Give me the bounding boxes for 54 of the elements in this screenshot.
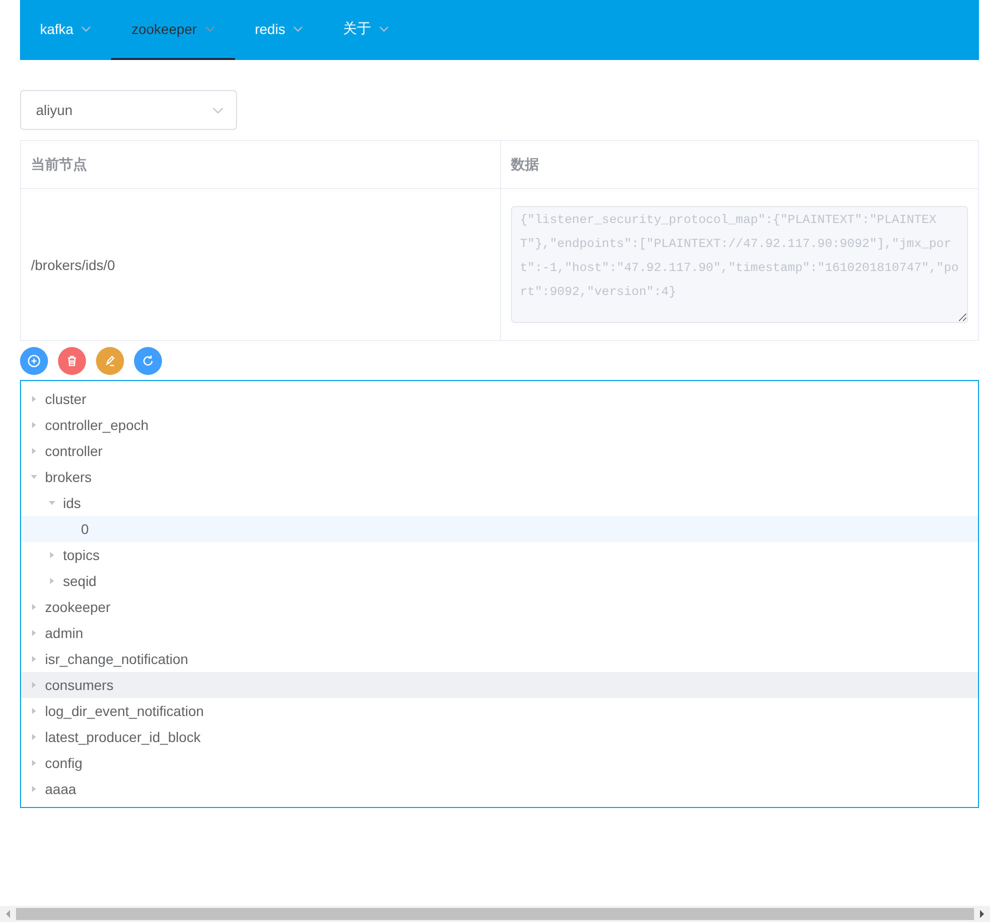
chevron-down-icon <box>204 26 215 32</box>
node-label: topics <box>63 547 100 563</box>
column-header: 数据 <box>501 141 979 189</box>
chevron-down-icon <box>212 106 224 114</box>
scroll-left-icon[interactable] <box>4 910 12 918</box>
delete-button[interactable] <box>58 347 86 375</box>
node-label: log_dir_event_notification <box>45 703 204 719</box>
caret-right-icon[interactable] <box>31 448 37 454</box>
node-label: seqid <box>63 573 96 589</box>
caret-right-icon[interactable] <box>31 422 37 428</box>
caret-right-icon[interactable] <box>31 656 37 662</box>
refresh-button[interactable] <box>134 347 162 375</box>
node-label: zookeeper <box>45 599 110 615</box>
caret-right-icon[interactable] <box>31 630 37 636</box>
caret-right-icon[interactable] <box>31 708 37 714</box>
edit-button[interactable] <box>96 347 124 375</box>
node-label: admin <box>45 625 84 641</box>
caret-right-icon[interactable] <box>31 396 37 402</box>
add-icon <box>27 354 41 368</box>
chevron-down-icon <box>293 26 304 32</box>
node-label: controller_epoch <box>45 417 149 433</box>
horizontal-scrollbar[interactable] <box>0 906 990 922</box>
node-label: aaaa <box>45 781 76 797</box>
trash-icon <box>65 354 79 368</box>
node-label: consumers <box>45 677 114 693</box>
caret-right-icon[interactable] <box>31 604 37 610</box>
caret-right-icon[interactable] <box>31 734 37 740</box>
table-cell: /brokers/ids/0 <box>21 189 501 341</box>
tree-node[interactable]: 0 <box>21 516 978 542</box>
node-label: latest_producer_id_block <box>45 729 201 745</box>
node-label: brokers <box>45 469 92 485</box>
caret-right-icon[interactable] <box>49 552 55 558</box>
add-button[interactable] <box>20 347 48 375</box>
node-label: isr_change_notification <box>45 651 188 667</box>
scroll-right-icon[interactable] <box>978 910 986 918</box>
node-label: config <box>45 755 82 771</box>
tree-node[interactable]: consumers <box>21 672 978 698</box>
cluster-select[interactable]: aliyun <box>20 90 237 130</box>
caret-right-icon[interactable] <box>31 682 37 688</box>
caret-right-icon[interactable] <box>49 578 55 584</box>
caret-right-icon[interactable] <box>31 760 37 766</box>
column-header: 当前节点 <box>21 141 501 189</box>
nav-tab[interactable]: zookeeper <box>111 0 235 60</box>
refresh-icon <box>141 354 155 368</box>
caret-down-icon[interactable] <box>49 500 55 506</box>
node-label: 0 <box>81 521 89 537</box>
node-label: controller <box>45 443 103 459</box>
caret-down-icon[interactable] <box>31 474 37 480</box>
node-label: ids <box>63 495 81 511</box>
pencil-icon <box>103 354 117 368</box>
caret-right-icon[interactable] <box>31 786 37 792</box>
node-label: cluster <box>45 391 86 407</box>
chevron-down-icon <box>379 26 390 32</box>
chevron-down-icon <box>81 26 92 32</box>
